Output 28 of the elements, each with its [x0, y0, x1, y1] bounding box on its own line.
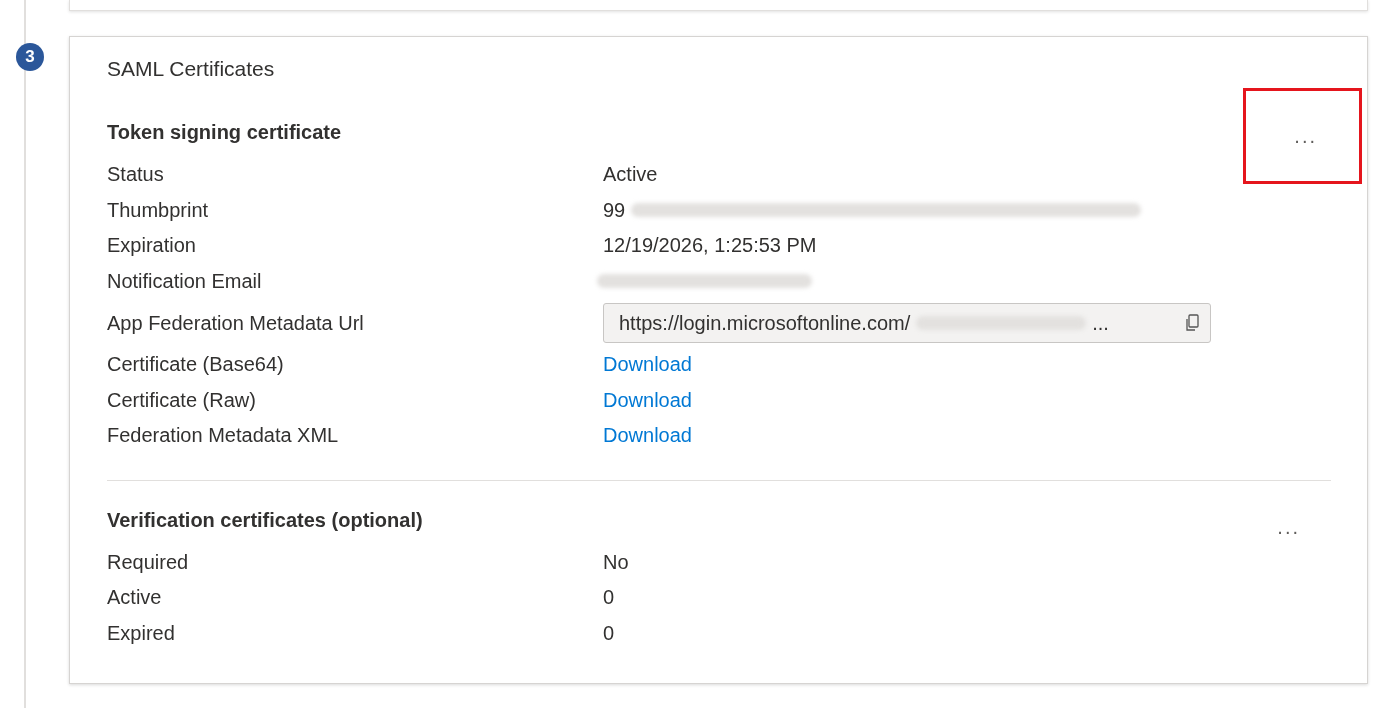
- section-title: Verification certificates (optional): [107, 508, 423, 532]
- property-label: Required: [107, 550, 190, 574]
- property-value: No: [603, 550, 629, 574]
- property-value: 12/19/2026, 1:25:53 PM: [603, 234, 817, 258]
- card-title: SAML Certificates: [107, 57, 276, 81]
- property-label: App Federation Metadata Url: [107, 311, 365, 335]
- more-button[interactable]: ...: [1243, 88, 1362, 184]
- property-label: Notification Email: [107, 269, 263, 293]
- download-link[interactable]: Download: [603, 424, 692, 448]
- property-value: 0: [603, 586, 615, 610]
- property-value: Active: [603, 163, 658, 187]
- step-badge: 3: [16, 43, 44, 71]
- property-label: Status: [107, 163, 165, 187]
- copy-icon[interactable]: [1184, 314, 1200, 332]
- property-label: Active: [107, 586, 163, 610]
- property-label: Thumbprint: [107, 198, 210, 222]
- property-label: Certificate (Raw): [107, 388, 257, 412]
- section-title: Token signing certificate: [107, 121, 342, 144]
- property-label: Certificate (Base64): [107, 353, 285, 377]
- property-value: 99: [603, 198, 626, 222]
- property-label: Federation Metadata XML: [107, 424, 340, 448]
- download-link[interactable]: Download: [603, 353, 692, 377]
- more-button[interactable]: ...: [1246, 510, 1331, 545]
- property-label: Expiration: [107, 234, 197, 258]
- property-label: Expired: [107, 621, 176, 645]
- url-field[interactable]: https://login.microsoftonline.com/ ...: [603, 303, 1211, 343]
- property-value: 0: [603, 621, 615, 645]
- download-link[interactable]: Download: [603, 388, 692, 412]
